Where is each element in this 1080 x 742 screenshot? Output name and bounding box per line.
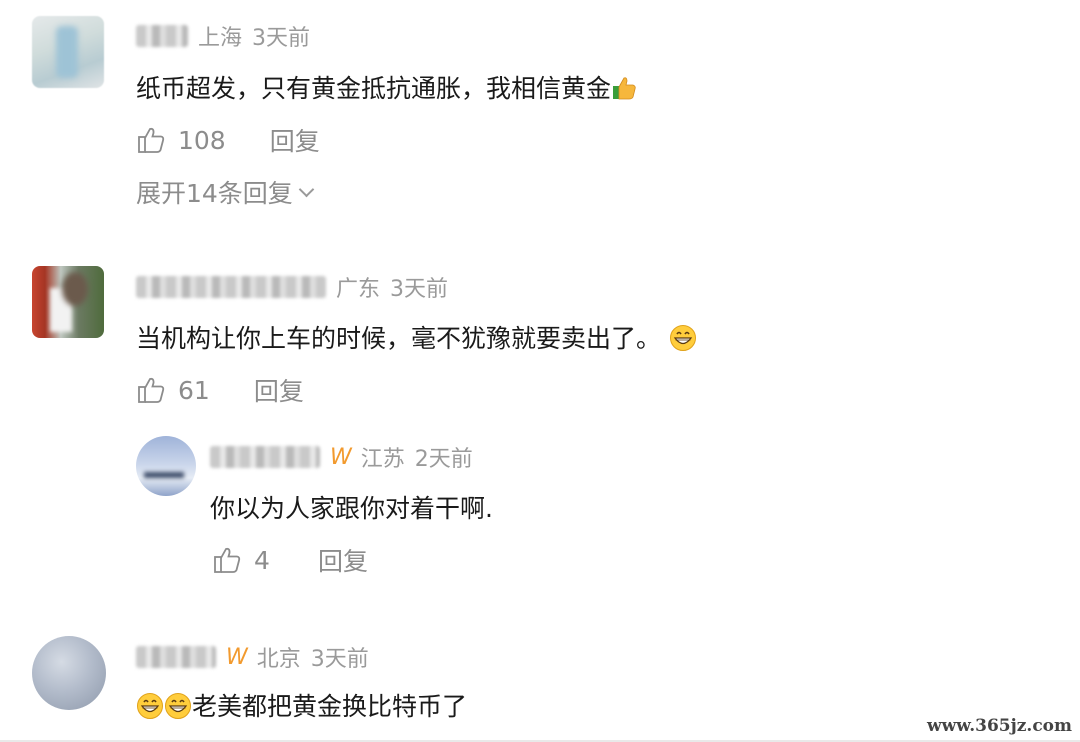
timestamp: 2天前 <box>414 447 473 472</box>
reply-button[interactable]: 回复 <box>318 542 368 578</box>
comment-text: 纸币超发，只有黄金抵抗通胀，我相信黄金 <box>136 72 637 106</box>
comment-meta: W 北京 3天前 <box>136 642 369 672</box>
timestamp: 3天前 <box>252 26 311 51</box>
timestamp: 3天前 <box>310 647 369 672</box>
grinning-emoji <box>137 693 163 719</box>
location: 江苏 <box>360 447 405 472</box>
reply-button[interactable]: 回复 <box>270 122 320 158</box>
avatar[interactable] <box>32 636 106 710</box>
like-count: 108 <box>178 125 226 155</box>
like-icon[interactable] <box>212 545 242 575</box>
location: 上海 <box>198 26 243 51</box>
avatar[interactable] <box>136 436 196 496</box>
comment-2: 广东 3天前 当机构让你上车的时候，毫不犹豫就要卖出了。 61 回复 W 江苏 … <box>0 250 1080 610</box>
comment-body: 老美都把黄金换比特币了 <box>192 692 468 721</box>
reply-actions: 4 回复 <box>212 543 368 577</box>
comment-meta: 广东 3天前 <box>136 272 448 302</box>
comment-body: 纸币超发，只有黄金抵抗通胀，我相信黄金 <box>136 74 612 103</box>
location: 广东 <box>336 277 381 302</box>
username-blurred[interactable] <box>136 646 216 668</box>
timestamp: 3天前 <box>390 277 449 302</box>
comment-body: 当机构让你上车的时候，毫不犹豫就要卖出了。 <box>136 324 662 353</box>
like-count: 4 <box>254 545 270 575</box>
expand-replies-button[interactable]: 展开14条回复 <box>136 174 315 210</box>
comment-text: 当机构让你上车的时候，毫不犹豫就要卖出了。 <box>136 322 697 356</box>
reply-meta: W 江苏 2天前 <box>210 442 473 472</box>
username-blurred[interactable] <box>136 276 326 298</box>
grinning-emoji <box>669 325 696 351</box>
vip-badge-icon: W <box>226 644 248 670</box>
avatar[interactable] <box>32 16 104 88</box>
username-blurred[interactable] <box>210 446 320 468</box>
comment-actions: 108 回复 <box>136 123 320 157</box>
grinning-emoji <box>165 693 191 719</box>
avatar[interactable] <box>32 266 104 338</box>
vip-badge-icon: W <box>330 444 352 470</box>
location: 北京 <box>256 647 301 672</box>
comment-actions: 61 回复 <box>136 373 304 407</box>
chevron-down-icon <box>298 181 315 197</box>
comment-meta: 上海 3天前 <box>136 21 310 51</box>
reply-text: 你以为人家跟你对着干啊. <box>210 494 493 523</box>
like-icon[interactable] <box>136 125 166 155</box>
reply-button[interactable]: 回复 <box>254 372 304 408</box>
comment-text: 老美都把黄金换比特币了 <box>136 690 467 724</box>
like-count: 61 <box>178 375 210 405</box>
expand-label: 展开14条回复 <box>136 179 293 208</box>
username-blurred[interactable] <box>136 25 188 47</box>
thumbs-up-emoji <box>613 77 636 100</box>
watermark: www.365jz.com <box>927 716 1072 736</box>
comment-3: W 北京 3天前 老美都把黄金换比特币了 <box>0 620 1080 742</box>
comment-1: 上海 3天前 纸币超发，只有黄金抵抗通胀，我相信黄金 108 回复 展开14条回… <box>0 0 1080 240</box>
like-icon[interactable] <box>136 375 166 405</box>
